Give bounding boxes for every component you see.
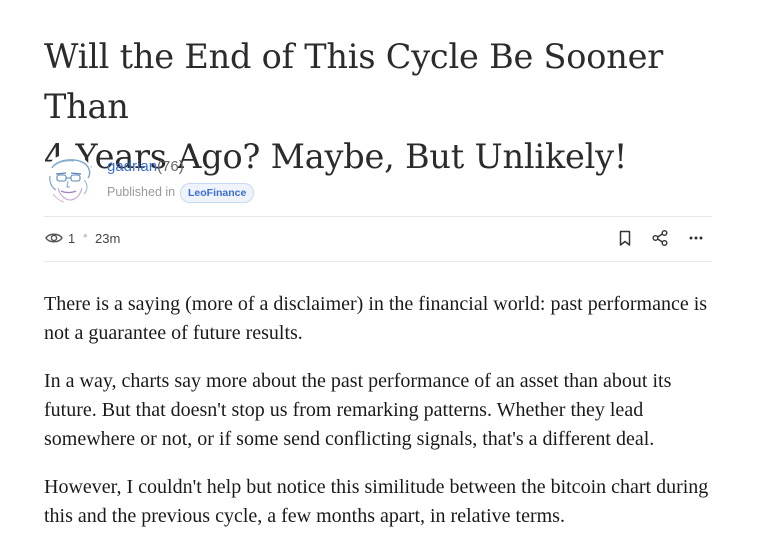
author-link[interactable]: gadrian(76) bbox=[107, 158, 184, 175]
top-divider bbox=[44, 216, 712, 217]
author-reputation: (76) bbox=[157, 158, 184, 175]
paragraph: In a way, charts say more about the past… bbox=[44, 370, 672, 450]
post-age: 23m bbox=[95, 231, 121, 246]
bookmark-icon[interactable] bbox=[616, 229, 634, 247]
avatar-sketch-image bbox=[44, 154, 94, 204]
post-title-line-1: Will the End of This Cycle Be Sooner Tha… bbox=[44, 37, 664, 126]
article-body: There is a saying (more of a disclaimer)… bbox=[44, 290, 712, 547]
share-icon[interactable] bbox=[651, 229, 669, 247]
bottom-divider bbox=[44, 261, 712, 262]
author-name: gadrian bbox=[107, 158, 158, 175]
stats-separator: • bbox=[83, 228, 88, 243]
views-count: 1 bbox=[68, 231, 76, 246]
stats-bar: 1 • 23m bbox=[44, 218, 712, 260]
paragraph: There is a saying (more of a disclaimer)… bbox=[44, 293, 708, 344]
eye-icon bbox=[45, 231, 63, 245]
paragraph: However, I couldn't help but notice this… bbox=[44, 476, 709, 527]
author-row: gadrian(76) Published in LeoFinance bbox=[44, 154, 712, 204]
more-icon[interactable] bbox=[687, 229, 705, 247]
community-badge[interactable]: LeoFinance bbox=[180, 183, 255, 203]
avatar[interactable] bbox=[44, 154, 94, 204]
published-label: Published in bbox=[107, 185, 176, 199]
post-page: Will the End of This Cycle Be Sooner Tha… bbox=[44, 0, 712, 547]
